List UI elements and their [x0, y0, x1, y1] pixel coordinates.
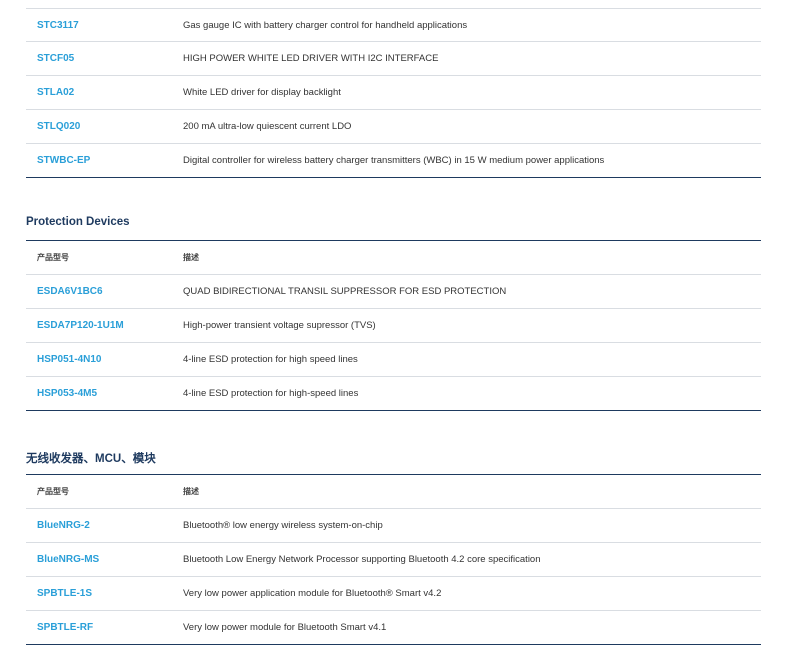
product-description: Bluetooth® low energy wireless system-on… [183, 520, 383, 531]
product-link[interactable]: ESDA6V1BC6 [37, 275, 103, 308]
column-header-part: 产品型号 [37, 487, 69, 496]
table-row: ESDA7P120-1U1M High-power transient volt… [26, 309, 761, 343]
product-description: Very low power module for Bluetooth Smar… [183, 622, 387, 633]
table-row: BlueNRG-2 Bluetooth® low energy wireless… [26, 509, 761, 543]
product-description: QUAD BIDIRECTIONAL TRANSIL SUPPRESSOR FO… [183, 286, 507, 297]
table-row: HSP053-4M5 4-line ESD protection for hig… [26, 377, 761, 411]
table-row: ESDA6V1BC6 QUAD BIDIRECTIONAL TRANSIL SU… [26, 275, 761, 309]
section-title: Protection Devices [26, 216, 130, 228]
product-link[interactable]: SPBTLE-RF [37, 611, 93, 644]
column-header-description: 描述 [183, 253, 199, 262]
table-row: SPBTLE-RF Very low power module for Blue… [26, 611, 761, 645]
section-title: 无线收发器、MCU、模块 [26, 453, 156, 465]
table-row: STCF05 HIGH POWER WHITE LED DRIVER WITH … [26, 42, 761, 76]
table-header: 产品型号 描述 [26, 241, 761, 275]
product-description: Gas gauge IC with battery charger contro… [183, 19, 468, 31]
table-row: STWBC-EP Digital controller for wireless… [26, 144, 761, 178]
product-description: 4-line ESD protection for high-speed lin… [183, 388, 359, 399]
product-link[interactable]: STC3117 [37, 9, 79, 41]
product-link[interactable]: STLA02 [37, 76, 74, 109]
product-table-wireless: 产品型号 描述 BlueNRG-2 Bluetooth® low energy … [26, 474, 761, 645]
table-row: STC3117 Gas gauge IC with battery charge… [26, 8, 761, 42]
column-header-description: 描述 [183, 487, 199, 496]
table-row: HSP051-4N10 4-line ESD protection for hi… [26, 343, 761, 377]
product-link[interactable]: BlueNRG-MS [37, 543, 99, 576]
product-description: HIGH POWER WHITE LED DRIVER WITH I2C INT… [183, 53, 439, 64]
table-row: STLA02 White LED driver for display back… [26, 76, 761, 110]
product-link[interactable]: STCF05 [37, 42, 74, 75]
product-link[interactable]: STLQ020 [37, 110, 80, 143]
table-row: BlueNRG-MS Bluetooth Low Energy Network … [26, 543, 761, 577]
table-header: 产品型号 描述 [26, 475, 761, 509]
product-description: Very low power application module for Bl… [183, 588, 442, 599]
product-link[interactable]: ESDA7P120-1U1M [37, 309, 124, 342]
column-header-part: 产品型号 [37, 253, 69, 262]
product-link[interactable]: STWBC-EP [37, 144, 90, 177]
product-description: Digital controller for wireless battery … [183, 155, 605, 166]
product-link[interactable]: SPBTLE-1S [37, 577, 92, 610]
product-description: High-power transient voltage supressor (… [183, 320, 376, 331]
table-row: STLQ020 200 mA ultra-low quiescent curre… [26, 110, 761, 144]
product-table-protection: 产品型号 描述 ESDA6V1BC6 QUAD BIDIRECTIONAL TR… [26, 240, 761, 411]
table-row: SPBTLE-1S Very low power application mod… [26, 577, 761, 611]
product-description: White LED driver for display backlight [183, 87, 341, 98]
product-description: 200 mA ultra-low quiescent current LDO [183, 121, 352, 132]
product-table-power: STC3117 Gas gauge IC with battery charge… [26, 8, 761, 178]
product-link[interactable]: HSP053-4M5 [37, 377, 97, 410]
product-link[interactable]: BlueNRG-2 [37, 509, 90, 542]
product-description: 4-line ESD protection for high speed lin… [183, 354, 358, 365]
product-link[interactable]: HSP051-4N10 [37, 343, 101, 376]
product-description: Bluetooth Low Energy Network Processor s… [183, 554, 541, 565]
